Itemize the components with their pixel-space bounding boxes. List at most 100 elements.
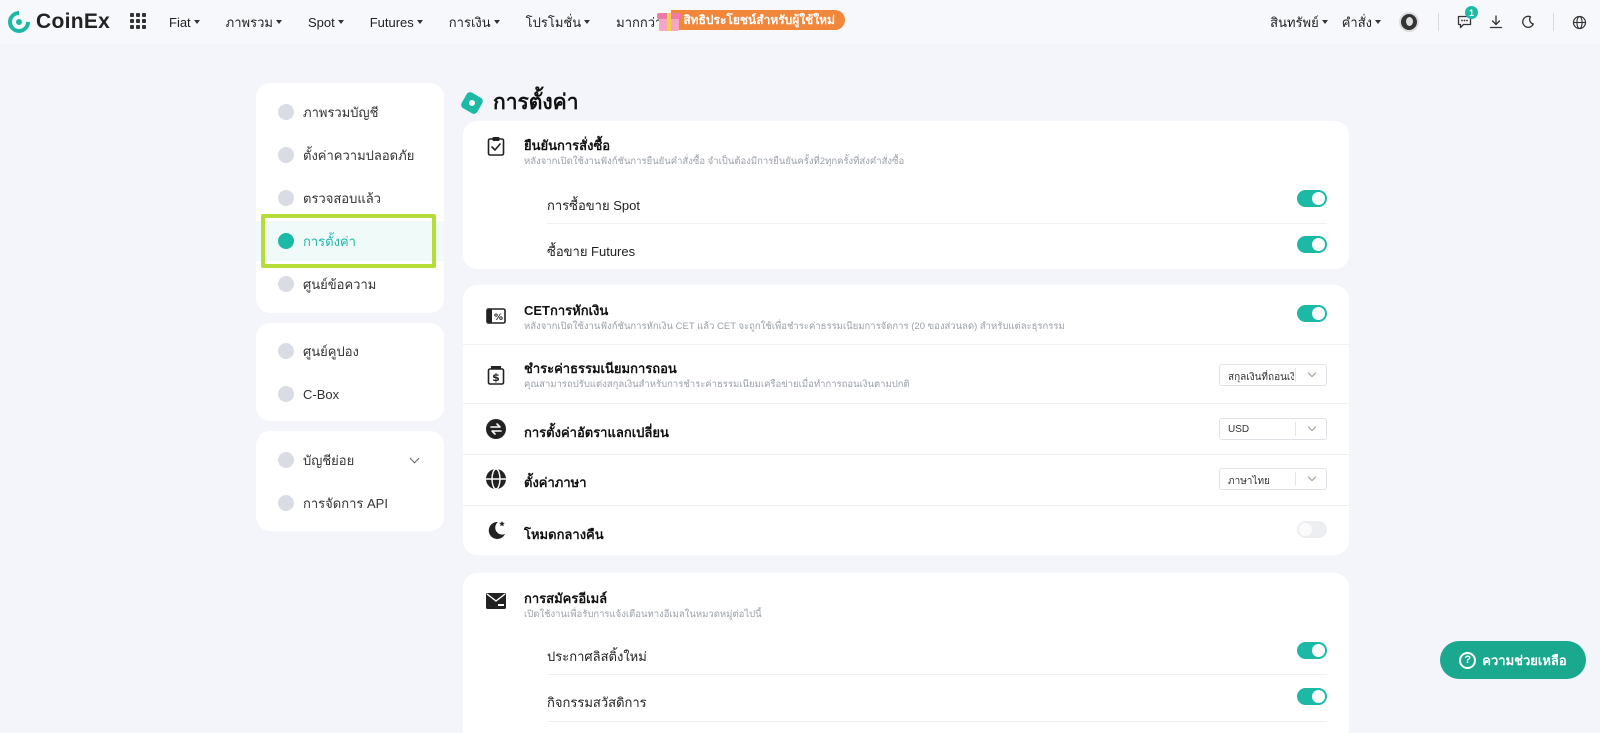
sidebar-item-settings[interactable]: การตั้งค่า (256, 221, 444, 261)
sidebar-item-sub-accounts[interactable]: บัญชีย่อย (256, 440, 444, 480)
nav-divider (1438, 13, 1439, 31)
welfare-activity-toggle[interactable] (1297, 688, 1327, 705)
nav-finance[interactable]: การเงิน (449, 12, 500, 33)
sidebar-item-api-management[interactable]: การจัดการ API (256, 483, 444, 523)
cet-deduction-toggle[interactable] (1297, 305, 1327, 322)
select-value: ภาษาไทย (1228, 476, 1270, 487)
messages-badge: 1 (1465, 6, 1478, 19)
user-avatar[interactable] (1399, 12, 1419, 32)
download-icon[interactable] (1487, 13, 1505, 31)
clipboard-check-icon (485, 135, 507, 157)
brand-name: CoinEx (36, 10, 111, 33)
withdraw-fee-desc: คุณสามารถปรับแต่งสกุลเงินสำหรับการชำระค่… (524, 379, 910, 390)
select-divider (1295, 472, 1296, 486)
help-label: ความช่วยเหลือ (1482, 652, 1567, 668)
caret-down-icon (193, 20, 200, 24)
cet-deduction-desc: หลังจากเปิดใช้งานฟังก์ชันการหักเงิน CET … (524, 321, 1065, 332)
message-icon (278, 276, 294, 292)
email-sub-desc: เปิดใช้งานเพื่อรับการแจ้งเตือนทางอีเมลใน… (524, 609, 762, 620)
language-title: ตั้งค่าภาษา (524, 475, 587, 490)
coinex-logo[interactable]: CoinEx (3, 6, 111, 38)
nav-fiat[interactable]: Fiat (169, 15, 200, 30)
row-divider (463, 403, 1349, 404)
night-mode-title: โหมดกลางคืน (524, 527, 604, 542)
gift-icon (657, 8, 681, 32)
language-select[interactable]: ภาษาไทย (1219, 468, 1327, 490)
sidebar-item-label: C-Box (303, 386, 340, 402)
chevron-down-icon (1307, 472, 1317, 482)
withdraw-fee-title: ชำระค่าธรรมเนียมการถอน (524, 361, 677, 376)
sidebar-item-label: การจัดการ API (303, 495, 388, 511)
help-question-icon: ? (1459, 651, 1477, 669)
welfare-activity-label: กิจกรรมสวัสดิการ (547, 695, 647, 710)
sidebar-group-account: ภาพรวมบัญชี ตั้งค่าความปลอดภัย ตรวจสอบแล… (256, 83, 444, 313)
sidebar-item-verified[interactable]: ตรวจสอบแล้ว (256, 178, 444, 218)
night-mode-icon (485, 519, 507, 541)
exchange-rate-select[interactable]: USD (1219, 418, 1327, 440)
row-divider (547, 721, 1327, 722)
nav-overview[interactable]: ภาพรวม (226, 12, 282, 33)
page-title: การตั้งค่า (459, 86, 579, 119)
withdraw-fee-currency-select[interactable]: สกุลเงินที่ถอนเงิน (1219, 364, 1327, 386)
sidebar-group-accounts: บัญชีย่อย การจัดการ API (256, 431, 444, 531)
help-button[interactable]: ? ความช่วยเหลือ (1440, 641, 1586, 679)
email-sub-title: การสมัครอีเมล์ (524, 591, 608, 606)
row-divider (463, 505, 1349, 506)
fee-ticket-icon: % (485, 305, 507, 327)
shield-icon (278, 147, 294, 163)
new-listing-toggle[interactable] (1297, 642, 1327, 659)
dark-mode-icon[interactable] (1519, 13, 1537, 31)
nav-promotions-label: โปรโมชั่น (525, 14, 582, 30)
nav-futures[interactable]: Futures (370, 15, 423, 30)
order-confirm-title: ยืนยันการสั่งซื้อ (524, 138, 611, 153)
sidebar-item-label: ภาพรวมบัญชี (303, 104, 379, 120)
caret-down-icon (1375, 20, 1381, 24)
chevron-down-icon (1307, 422, 1317, 432)
futures-confirm-toggle[interactable] (1297, 236, 1327, 253)
coinex-logo-icon (3, 6, 35, 38)
settings-icon (278, 233, 294, 249)
cet-deduction-title: CETการหักเงิน (524, 303, 609, 318)
nav-spot[interactable]: Spot (308, 15, 344, 30)
row-divider (547, 674, 1327, 675)
sidebar-item-message-center[interactable]: ศูนย์ข้อความ (256, 264, 444, 304)
sidebar-item-cbox[interactable]: C-Box (256, 374, 444, 414)
email-subscription-card: การสมัครอีเมล์ เปิดใช้งานเพื่อรับการแจ้ง… (463, 573, 1349, 733)
verified-icon (278, 190, 294, 206)
sidebar-item-label: ศูนย์ข้อความ (303, 276, 377, 292)
promo-label: สิทธิประโยชน์สำหรับผู้ใช้ใหม่ (671, 10, 845, 30)
apps-grid-icon[interactable] (130, 13, 146, 29)
nav-orders-label: คำสั่ง (1341, 14, 1372, 30)
futures-trading-label: ซื้อขาย Futures (547, 244, 636, 259)
select-value: สกุลเงินที่ถอนเงิน (1228, 372, 1294, 383)
nav-spot-label: Spot (307, 14, 335, 30)
nav-more-label: มากกว่า (616, 14, 663, 30)
nav-promotions[interactable]: โปรโมชั่น (525, 12, 591, 33)
svg-text:$: $ (492, 371, 500, 384)
messages-icon[interactable]: 1 (1455, 6, 1478, 31)
nav-futures-label: Futures (369, 14, 414, 30)
select-divider (1295, 422, 1296, 436)
sidebar-item-security[interactable]: ตั้งค่าความปลอดภัย (256, 135, 444, 175)
sub-account-icon (278, 452, 294, 468)
chevron-down-icon (409, 453, 420, 464)
spot-confirm-toggle[interactable] (1297, 190, 1327, 207)
nav-assets[interactable]: สินทรัพย์ (1270, 12, 1328, 33)
caret-down-icon (584, 20, 591, 24)
new-listing-label: ประกาศลิสติ้งใหม่ (547, 649, 647, 664)
row-divider (547, 223, 1327, 224)
new-user-promo-banner[interactable]: สิทธิประโยชน์สำหรับผู้ใช้ใหม่ (657, 8, 845, 32)
cbox-icon (278, 386, 294, 402)
night-mode-toggle[interactable] (1297, 521, 1327, 538)
withdraw-fee-icon: $ (485, 364, 507, 386)
caret-down-icon (275, 20, 282, 24)
mail-icon (485, 590, 507, 612)
sidebar-item-label: ศูนย์คูปอง (303, 343, 359, 359)
globe-icon[interactable] (1570, 13, 1588, 31)
page-title-text: การตั้งค่า (493, 91, 579, 114)
nav-finance-label: การเงิน (448, 14, 491, 30)
sidebar-item-account-overview[interactable]: ภาพรวมบัญชี (256, 92, 444, 132)
sidebar-item-coupon-center[interactable]: ศูนย์คูปอง (256, 331, 444, 371)
nav-orders[interactable]: คำสั่ง (1342, 12, 1381, 33)
spot-trading-label: การซื้อขาย Spot (547, 198, 640, 213)
